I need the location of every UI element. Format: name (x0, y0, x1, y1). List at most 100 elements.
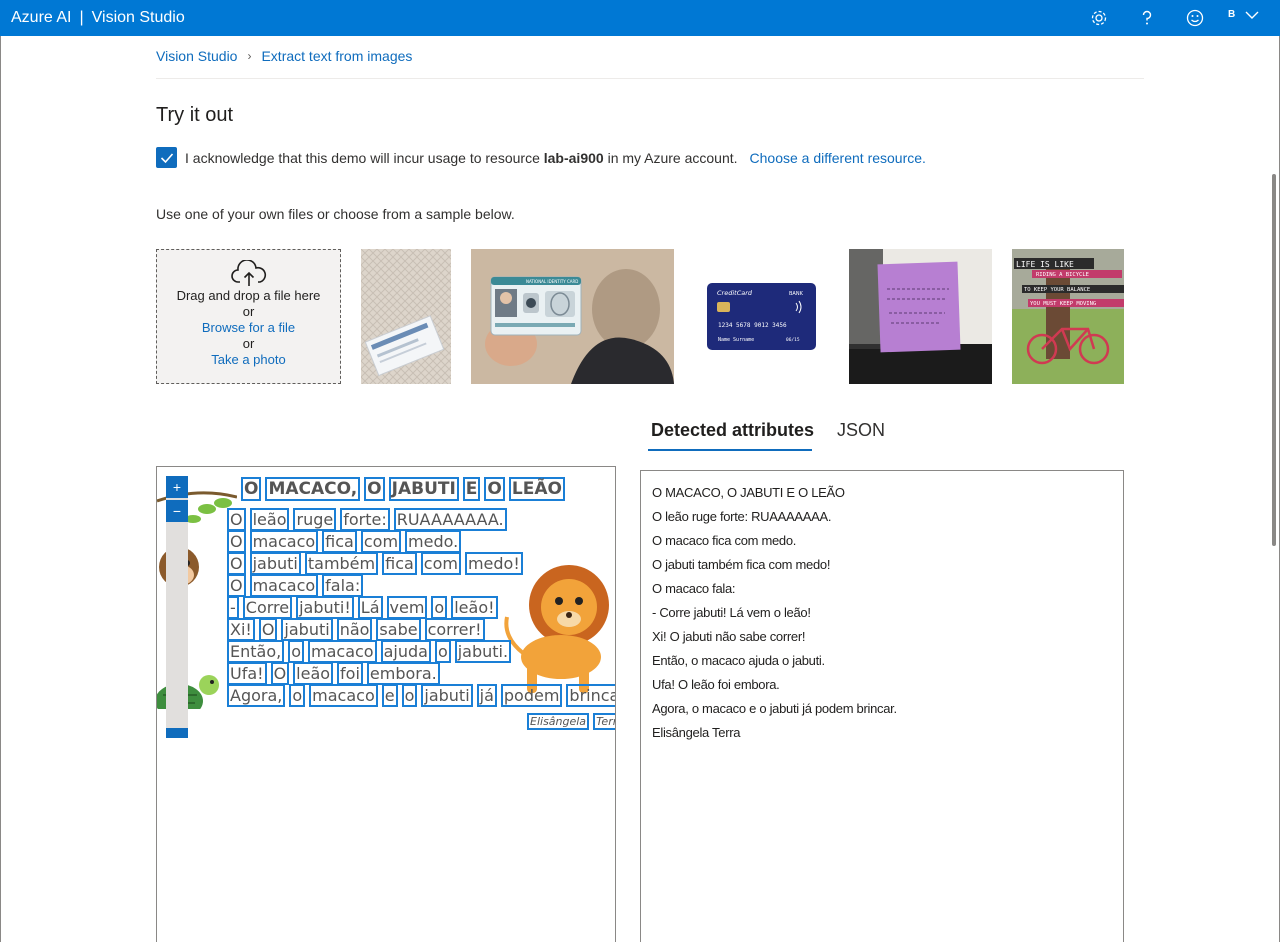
ocr-word-box: O (258, 618, 278, 641)
product-name: Vision Studio (91, 9, 185, 26)
feedback-icon[interactable] (1183, 6, 1207, 30)
ocr-word-box: macaco (308, 640, 377, 663)
ocr-word-box: o (401, 684, 418, 707)
ack-text-prefix: I acknowledge that this demo will incur … (185, 149, 540, 166)
ocr-word-box: embora. (366, 662, 440, 685)
detected-text-line: O MACACO, O JABUTI E O LEÃO (652, 485, 845, 500)
app-brand[interactable]: Azure AI | Vision Studio (11, 9, 185, 27)
acknowledge-checkbox[interactable] (156, 147, 177, 168)
ocr-word-box: O (227, 552, 246, 575)
drag-drop-text: Drag and drop a file here (176, 288, 321, 303)
choose-resource-link[interactable]: Choose a different resource. (750, 150, 926, 166)
detected-text-line: - Corre jabuti! Lá vem o leão! (652, 605, 811, 620)
page-scrollbar[interactable] (1272, 174, 1276, 546)
ocr-word-box: jabuti (421, 684, 473, 707)
ocr-word-box: já (476, 684, 497, 707)
detected-text-line: Xi! O jabuti não sabe correr! (652, 629, 806, 644)
ocr-word-box: JABUTI (388, 477, 459, 501)
zoom-slider[interactable]: + − (166, 476, 188, 738)
active-tab-indicator (648, 449, 812, 451)
zoom-in-button[interactable]: + (166, 476, 188, 498)
breadcrumb: Vision Studio › Extract text from images (156, 48, 412, 64)
ocr-image-viewer[interactable]: + − O MACACO, O JABUTI E O LEÃO Oleão ruge forte:… (156, 466, 616, 942)
ocr-line: Oleão ruge forte: RUAAAAAAA. (227, 508, 511, 531)
ocr-word-box: ruge (293, 508, 337, 531)
lion-illustration (504, 565, 609, 693)
tab-detected-attributes[interactable]: Detected attributes (651, 420, 814, 441)
ocr-word-box: também (304, 552, 379, 575)
poster-line-2: RIDING A BICYCLE (1036, 272, 1089, 278)
zoom-slider-handle[interactable] (166, 728, 188, 738)
breadcrumb-extract-text[interactable]: Extract text from images (261, 48, 412, 64)
ocr-word-box: fala: (322, 574, 364, 597)
ack-resource: lab-ai900 (543, 149, 604, 166)
ocr-word-box: macaco (249, 574, 319, 597)
ocr-word-box: - (227, 596, 239, 619)
poster-line-3: TO KEEP YOUR BALANCE (1024, 287, 1090, 293)
sample-image-social-security-card[interactable] (361, 249, 451, 384)
ocr-line: Omacaco fala: (227, 574, 367, 597)
ocr-word-box: o (288, 640, 304, 663)
ocr-word-box: jabuti. (454, 640, 512, 663)
account-menu[interactable]: B (1228, 9, 1259, 20)
ocr-line: Xi! Ojabuti não sabe correr! (227, 618, 489, 641)
ocr-word-box: podem (500, 684, 563, 707)
detected-text-line: Agora, o macaco e o jabuti já podem brin… (652, 701, 897, 716)
card-bank: BANK (789, 291, 804, 297)
ocr-word-box: vem (386, 596, 428, 619)
ocr-word-box: O (364, 477, 385, 501)
ocr-word-box: O (484, 477, 505, 501)
ack-text-suffix: in my Azure account. (607, 149, 738, 166)
tab-json[interactable]: JSON (837, 420, 885, 441)
card-number: 1234 5678 9012 3456 (718, 322, 787, 329)
ocr-word-box: forte: (340, 508, 390, 531)
card-expiry: 06/15 (786, 337, 800, 343)
sample-image-id-card[interactable]: NATIONAL IDENTITY CARD (471, 249, 674, 384)
detected-text-line: O macaco fica com medo. (652, 533, 797, 548)
ocr-word-box: Elisângela (527, 713, 590, 730)
ocr-word-box: Agora, (227, 684, 286, 707)
sample-image-bicycle-poster[interactable]: LIFE IS LIKE RIDING A BICYCLE TO KEEP YO… (1012, 249, 1124, 384)
settings-icon[interactable] (1087, 6, 1111, 30)
detected-text-list: O MACACO, O JABUTI E O LEÃO O leão ruge f… (652, 481, 1112, 745)
ocr-word-box: o (431, 596, 448, 619)
detected-text-line: Ufa! O leão foi embora. (652, 677, 780, 692)
help-icon[interactable] (1135, 6, 1159, 30)
zoom-out-button[interactable]: − (166, 500, 188, 522)
ocr-word-box: MACACO, (265, 477, 361, 501)
ocr-word-box: foi (337, 662, 363, 685)
sample-image-credit-card[interactable]: CreditCard BANK 1234 5678 9012 3456 Name… (694, 249, 829, 384)
sample-image-sticky-note[interactable] (849, 249, 992, 384)
browse-file-link[interactable]: Browse for a file (157, 320, 340, 336)
ocr-word-box: medo! (464, 552, 523, 575)
acknowledge-row: I acknowledge that this demo will incur … (156, 147, 926, 168)
ocr-word-box: leão! (451, 596, 498, 619)
detected-text-line: O jabuti também fica com medo! (652, 557, 831, 572)
upload-dropzone[interactable]: Drag and drop a file here or Browse for … (156, 249, 341, 384)
brand-separator: | (79, 9, 84, 26)
divider (156, 78, 1144, 79)
window-border-left (0, 36, 1, 942)
id-card-title: NATIONAL IDENTITY CARD (526, 279, 578, 284)
ocr-word-box: E (462, 477, 481, 501)
chevron-right-icon: › (247, 49, 252, 63)
ocr-line: Ufa! Oleão foi embora. (227, 662, 444, 685)
ocr-word-box: sabe (376, 618, 421, 641)
ocr-word-box: o (289, 684, 306, 707)
ocr-word-box: Xi! (227, 618, 255, 641)
take-photo-link[interactable]: Take a photo (157, 352, 340, 368)
ocr-word-box: não (336, 618, 373, 641)
ocr-line: - Corre jabuti! Lá vem o leão! (227, 596, 502, 619)
ocr-word-box: O (270, 662, 290, 685)
card-name: Name Surname (718, 337, 754, 343)
brand-name: Azure AI (11, 9, 72, 26)
ocr-word-box: RUAAAAAAA. (393, 508, 507, 531)
breadcrumb-vision-studio[interactable]: Vision Studio (156, 48, 237, 64)
ocr-line: Ojabuti também fica com medo! (227, 552, 527, 575)
ocr-word-box: e (381, 684, 398, 707)
poster-line-1: LIFE IS LIKE (1016, 260, 1074, 269)
ocr-word-box: O (227, 508, 246, 531)
ocr-word-box: O (241, 477, 262, 501)
ocr-line: ElisângelaTerra (527, 713, 615, 730)
page-title: Try it out (156, 104, 234, 126)
